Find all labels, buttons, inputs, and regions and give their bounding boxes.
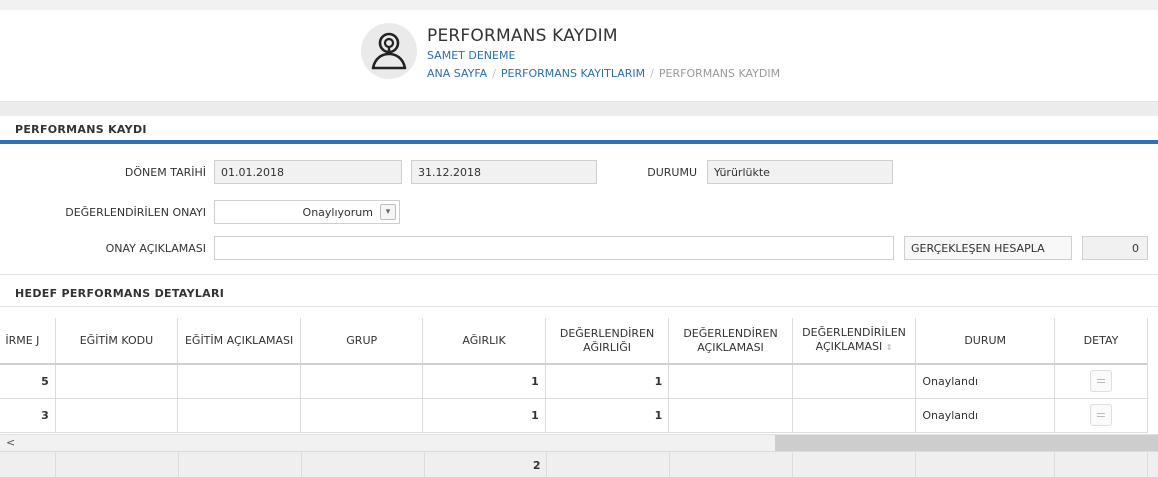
col-header-agirlik[interactable]: AĞIRLIK bbox=[422, 318, 546, 365]
sort-icon[interactable]: ⇕ bbox=[886, 343, 893, 352]
breadcrumb-records[interactable]: PERFORMANS KAYITLARIM bbox=[501, 67, 645, 80]
user-name: SAMET DENEME bbox=[427, 49, 516, 62]
breadcrumb-current: PERFORMANS KAYDIM bbox=[658, 67, 781, 80]
table-row[interactable]: 3 1 1 Onaylandı bbox=[0, 398, 1148, 433]
section-title-details: HEDEF PERFORMANS DETAYLARI bbox=[15, 287, 225, 300]
cell-detay bbox=[1054, 398, 1148, 433]
col-header-degerlendirilen-aciklamasi[interactable]: DEĞERLENDİRİLEN AÇIKLAMASI ⇕ bbox=[792, 318, 917, 365]
col-header-durum[interactable]: DURUM bbox=[915, 318, 1056, 365]
detail-icon[interactable] bbox=[1090, 370, 1112, 393]
cell-egitim-kodu bbox=[55, 398, 179, 433]
cell-grup bbox=[300, 398, 424, 433]
onay-select-value: Onaylıyorum bbox=[302, 206, 373, 219]
cell-agirlik: 1 bbox=[422, 398, 546, 433]
col-header-egitim-aciklamasi[interactable]: EĞİTİM AÇIKLAMASI bbox=[177, 318, 302, 365]
footer-cell bbox=[792, 452, 917, 477]
top-strip bbox=[0, 0, 1158, 10]
col-header-degerlendiren-agirligi[interactable]: DEĞERLENDİREN AĞIRLIĞI bbox=[545, 318, 670, 365]
cell-durum: Onaylandı bbox=[915, 364, 1056, 399]
cell-detay bbox=[1054, 364, 1148, 399]
aciklama-label: ONAY AÇIKLAMASI bbox=[105, 242, 206, 255]
cell-agirlik: 1 bbox=[422, 364, 546, 399]
footer-cell bbox=[0, 452, 56, 477]
donem-start-field[interactable]: 01.01.2018 bbox=[214, 160, 402, 184]
donem-label: DÖNEM TARİHİ bbox=[124, 166, 206, 179]
user-icon bbox=[361, 23, 417, 79]
footer-cell bbox=[301, 452, 425, 477]
footer-table: 2 bbox=[0, 452, 1149, 477]
cell-degerlendiren-agirligi: 1 bbox=[545, 398, 670, 433]
footer-cell bbox=[546, 452, 671, 477]
footer-cell bbox=[669, 452, 794, 477]
cell-grup bbox=[300, 364, 424, 399]
detail-icon[interactable] bbox=[1090, 404, 1112, 426]
page-title: PERFORMANS KAYDIM bbox=[427, 26, 618, 46]
col-header-egitim-kodu[interactable]: EĞİTİM KODU bbox=[55, 318, 179, 365]
chevron-down-icon[interactable]: ▾ bbox=[380, 204, 396, 220]
breadcrumb: ANA SAYFA / PERFORMANS KAYITLARIM / PERFORMA… bbox=[427, 67, 780, 80]
donem-end-field[interactable]: 31.12.2018 bbox=[411, 160, 597, 184]
footer-total-agirlik: 2 bbox=[424, 452, 548, 477]
cell-degerlendiren-aciklamasi bbox=[668, 364, 793, 399]
page-header: PERFORMANS KAYDIM SAMET DENEME ANA SAYFA… bbox=[0, 10, 1158, 102]
durum-field[interactable]: Yürürlükte bbox=[707, 160, 893, 184]
breadcrumb-home[interactable]: ANA SAYFA bbox=[427, 67, 487, 80]
footer-cell bbox=[178, 452, 302, 477]
footer-cell bbox=[1054, 452, 1149, 477]
cell-degerlendiren-agirligi: 1 bbox=[545, 364, 670, 399]
durum-label: DURUMU bbox=[647, 166, 697, 179]
cell-degerlendiren-aciklamasi bbox=[668, 398, 793, 433]
cell-durum: Onaylandı bbox=[915, 398, 1056, 433]
divider bbox=[0, 274, 1158, 275]
cell-egitim-aciklamasi bbox=[177, 364, 302, 399]
scrollbar-thumb[interactable] bbox=[775, 435, 1158, 451]
section-divider bbox=[0, 140, 1158, 144]
cell-no: 5 bbox=[0, 364, 56, 399]
breadcrumb-separator: / bbox=[650, 67, 654, 80]
grid-footer: 2 bbox=[0, 451, 1158, 477]
hesapla-value: 0 bbox=[1082, 236, 1148, 260]
chevron-left-icon[interactable]: < bbox=[6, 436, 15, 449]
footer-cell bbox=[55, 452, 179, 477]
divider bbox=[0, 306, 1158, 307]
footer-cell bbox=[915, 452, 1055, 477]
cell-egitim-aciklamasi bbox=[177, 398, 302, 433]
details-table: İRME J EĞİTİM KODU EĞİTİM AÇIKLAMASI GRU… bbox=[0, 318, 1148, 433]
col-header-no[interactable]: İRME J bbox=[0, 318, 56, 365]
horizontal-scrollbar[interactable]: < bbox=[0, 434, 1158, 451]
onay-label: DEĞERLENDİRİLEN ONAYI bbox=[65, 206, 206, 219]
cell-no: 3 bbox=[0, 398, 56, 433]
cell-egitim-kodu bbox=[55, 364, 179, 399]
table-row[interactable]: 5 1 1 Onaylandı bbox=[0, 364, 1148, 399]
aciklama-input[interactable] bbox=[214, 236, 894, 260]
section-title-record: PERFORMANS KAYDI bbox=[15, 123, 147, 136]
onay-select[interactable]: Onaylıyorum ▾ bbox=[214, 200, 400, 224]
breadcrumb-separator: / bbox=[492, 67, 496, 80]
cell-degerlendirilen-aciklamasi bbox=[792, 364, 917, 399]
gray-strip bbox=[0, 102, 1158, 116]
cell-degerlendirilen-aciklamasi bbox=[792, 398, 917, 433]
col-header-detay[interactable]: DETAY bbox=[1054, 318, 1148, 365]
col-header-degerlendiren-aciklamasi[interactable]: DEĞERLENDİREN AÇIKLAMASI bbox=[668, 318, 793, 365]
col-header-grup[interactable]: GRUP bbox=[300, 318, 424, 365]
hesapla-button[interactable]: GERÇEKLEŞEN HESAPLA bbox=[904, 236, 1072, 260]
